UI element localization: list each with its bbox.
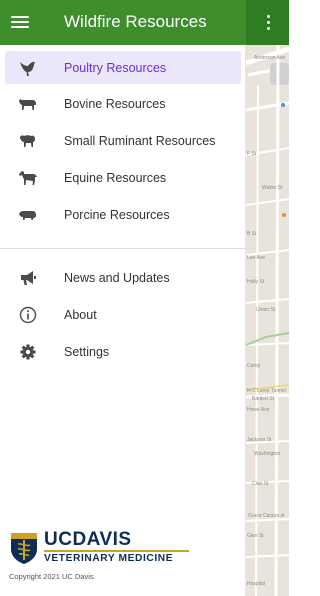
logo-davis-text: DAVIS — [72, 529, 132, 550]
app-title: Wildfire Resources — [64, 12, 207, 31]
nav-item-small-ruminant-resources[interactable]: Small Ruminant Resources — [5, 124, 241, 157]
gear-icon — [20, 344, 36, 360]
logo-rule — [44, 550, 189, 552]
nav-item-bovine-resources[interactable]: Bovine Resources — [5, 87, 241, 120]
megaphone-icon — [21, 271, 36, 285]
logo-wordmark: UCDAVIS — [44, 529, 132, 551]
map-label: Grace Carson st — [248, 513, 285, 519]
app-bar: Wildfire Resources — [0, 0, 289, 45]
sheep-icon — [20, 135, 35, 147]
map-label: Jackson St — [247, 437, 272, 443]
nav-item-label: Equine Resources — [64, 171, 167, 185]
nav-item-news-and-updates[interactable]: News and Updates — [5, 261, 241, 294]
nav-item-poultry-resources[interactable]: Poultry Resources — [5, 51, 241, 84]
pig-icon — [19, 211, 36, 220]
map-label: N C Lamp Tunnel — [247, 388, 286, 394]
map-label: Bartlett St — [252, 396, 274, 402]
map-label: Walter St — [262, 185, 283, 191]
nav-item-label: News and Updates — [64, 271, 170, 285]
nav-item-label: Poultry Resources — [64, 61, 167, 75]
map-label: Hospital — [247, 581, 266, 587]
shield-logo-icon — [11, 533, 37, 564]
navigation-drawer: Poultry Resources Bovine Resources Small… — [0, 45, 246, 596]
map-label: Howe Ave — [247, 407, 270, 413]
copyright-text: Copyright 2021 UC Davis — [9, 572, 94, 581]
nav-item-label: About — [64, 308, 97, 322]
map-view[interactable]: Anderson Ave F St Walter St B St Lee Ave… — [246, 45, 289, 596]
info-icon — [19, 306, 37, 324]
nav-item-label: Settings — [64, 345, 110, 359]
chicken-icon — [20, 61, 35, 76]
hamburger-menu-icon[interactable] — [11, 16, 29, 29]
map-label: Anderson Ave — [254, 55, 286, 61]
horse-icon — [19, 171, 37, 185]
map-label: B St — [247, 231, 257, 237]
cow-icon — [19, 99, 36, 110]
nav-item-label: Bovine Resources — [64, 97, 166, 111]
map-label: Washington — [254, 451, 281, 457]
nav-item-label: Small Ruminant Resources — [64, 134, 216, 148]
more-vertical-icon[interactable] — [262, 13, 274, 33]
nav-item-settings[interactable]: Settings — [5, 335, 241, 368]
drawer-divider — [0, 248, 246, 249]
map-label: Holly St — [247, 279, 265, 285]
map-label: Lee Ave — [247, 255, 265, 261]
map-label: F St — [247, 151, 257, 157]
map-label: Camp — [247, 363, 261, 369]
nav-item-label: Porcine Resources — [64, 208, 170, 222]
uc-davis-vetmed-logo: UCDAVIS VETERINARY MEDICINE — [9, 529, 199, 569]
logo-uc-text: UC — [44, 529, 73, 550]
map-label: Clair St — [252, 481, 269, 487]
nav-item-equine-resources[interactable]: Equine Resources — [5, 161, 241, 194]
map-label: Union St — [256, 307, 276, 313]
logo-subtitle: VETERINARY MEDICINE — [44, 553, 174, 564]
nav-item-about[interactable]: About — [5, 298, 241, 331]
nav-item-porcine-resources[interactable]: Porcine Resources — [5, 198, 241, 231]
map-label: Glen St — [247, 533, 264, 539]
